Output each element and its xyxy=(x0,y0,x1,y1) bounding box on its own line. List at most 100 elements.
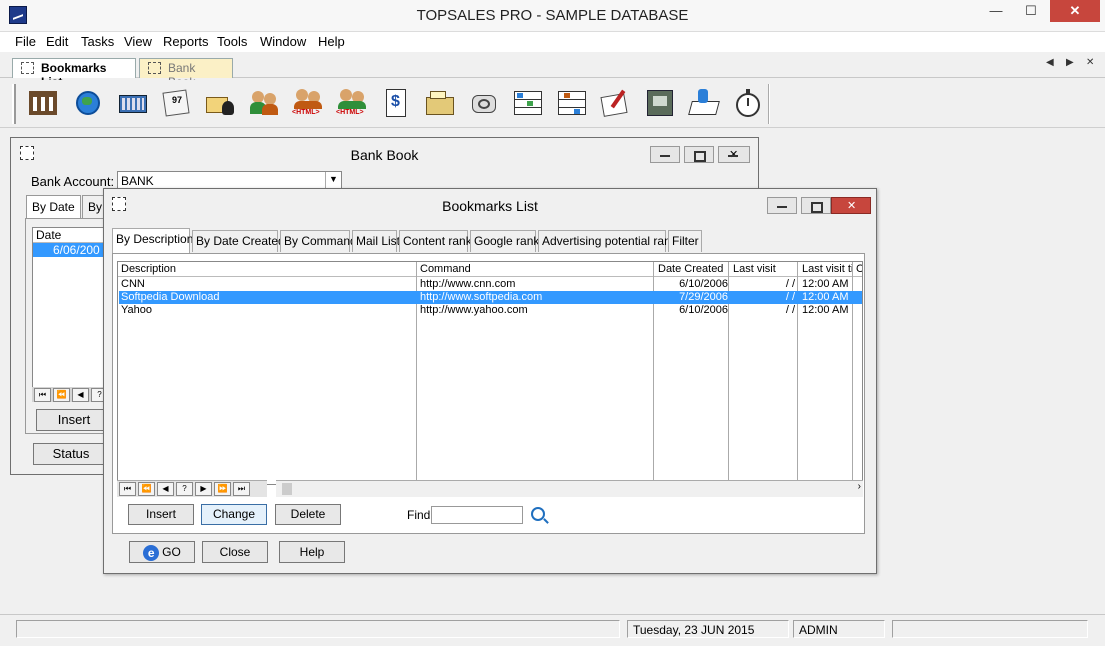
cell-date-created: 6/10/2006 xyxy=(679,304,728,316)
tab-by-command[interactable]: By Command xyxy=(280,230,357,252)
users-html-2-icon[interactable]: <HTML> xyxy=(336,87,368,119)
internet-icon[interactable] xyxy=(72,87,104,119)
warehouse-icon[interactable] xyxy=(512,87,544,119)
status-user: ADMIN xyxy=(793,620,885,638)
tab-by-description[interactable]: By Description xyxy=(112,228,193,253)
bookmarks-minimize-button[interactable] xyxy=(767,197,797,214)
first-record-button[interactable]: ⏮ xyxy=(34,388,51,402)
column-header-c[interactable]: C xyxy=(856,263,862,276)
grid-navigator: ⏮ ⏪ ◀ ? ▶ ⏩ ⏭ xyxy=(117,480,267,497)
safe-icon[interactable] xyxy=(644,87,676,119)
status-panel-extra xyxy=(892,620,1088,638)
tab-filter[interactable]: Filter xyxy=(668,230,702,252)
cell-command: http://www.softpedia.com xyxy=(420,291,543,303)
column-header-date-created[interactable]: Date Created xyxy=(658,263,723,276)
tab-close-icon[interactable]: ✕ xyxy=(1086,57,1094,68)
column-header-last-visit[interactable]: Last visit xyxy=(733,263,776,276)
cell-last-visit-time: 12:00 AM xyxy=(802,278,849,290)
menu-help[interactable]: Help xyxy=(318,34,345,49)
go-label: GO xyxy=(162,545,181,559)
bank-book-titlebar[interactable]: Bank Book ✕ xyxy=(11,138,758,168)
window-title: TOPSALES PRO - SAMPLE DATABASE xyxy=(416,7,689,24)
tab-advertising-potential-rank[interactable]: Advertising potential rank xyxy=(538,230,677,252)
cell-date-created: 6/10/2006 xyxy=(679,278,728,290)
help-button[interactable]: Help xyxy=(279,541,345,563)
bank-icon[interactable] xyxy=(27,87,59,119)
menu-tasks[interactable]: Tasks xyxy=(81,34,114,49)
menu-window[interactable]: Window xyxy=(260,34,306,49)
cash-register-icon[interactable] xyxy=(424,87,456,119)
bank-account-select[interactable]: BANK ▼ xyxy=(117,171,342,189)
notes-icon[interactable] xyxy=(688,87,720,119)
cell-description: Softpedia Download xyxy=(121,291,220,303)
cell-description: CNN xyxy=(121,278,145,290)
insert-button[interactable]: Insert xyxy=(128,504,194,525)
find-input[interactable] xyxy=(431,506,523,524)
phone-icon[interactable] xyxy=(468,87,500,119)
bookmarks-window: Bookmarks List By Description By Date Cr… xyxy=(103,188,877,574)
tab-google-rank[interactable]: Google rank xyxy=(470,230,539,252)
first-record-button[interactable]: ⏮ xyxy=(119,482,136,496)
chevron-down-icon[interactable]: ▼ xyxy=(325,172,341,188)
tab-mail-list[interactable]: Mail List xyxy=(352,230,400,252)
search-icon[interactable] xyxy=(531,507,545,521)
scroll-right-icon[interactable]: › xyxy=(858,481,861,492)
last-record-button[interactable]: ⏭ xyxy=(233,482,250,496)
warehouse-2-icon[interactable] xyxy=(556,87,588,119)
calendar-icon[interactable]: 97 xyxy=(160,87,192,119)
write-icon[interactable] xyxy=(600,87,632,119)
next-record-button[interactable]: ▶ xyxy=(195,482,212,496)
go-button[interactable]: e GO xyxy=(129,541,195,563)
horizontal-scrollbar[interactable]: › xyxy=(276,480,863,497)
bank-book-close-button[interactable]: ✕ xyxy=(718,146,750,163)
close-button-bottom[interactable]: Close xyxy=(202,541,268,563)
bookmarks-maximize-button[interactable] xyxy=(801,197,831,214)
bookmarks-grid[interactable]: Description Command Date Created Last vi… xyxy=(117,261,863,485)
bookmarks-titlebar[interactable]: Bookmarks List xyxy=(104,189,876,219)
scrollbar-thumb[interactable] xyxy=(282,483,292,495)
timer-icon[interactable] xyxy=(732,87,764,119)
column-header-command[interactable]: Command xyxy=(420,263,471,276)
tab-by-date-created[interactable]: By Date Created xyxy=(192,230,285,252)
close-button[interactable]: ✕ xyxy=(1050,0,1100,22)
tab-scroll-right-icon[interactable]: ▶ xyxy=(1066,57,1074,68)
next-page-button[interactable]: ⏩ xyxy=(214,482,231,496)
bookmarks-close-button[interactable] xyxy=(831,197,871,214)
prev-record-button[interactable]: ◀ xyxy=(157,482,174,496)
menu-tools[interactable]: Tools xyxy=(217,34,247,49)
minimize-button[interactable]: — xyxy=(980,0,1012,22)
invoice-icon[interactable]: $ xyxy=(380,87,412,119)
column-header-description[interactable]: Description xyxy=(121,263,176,276)
tab-bookmarks-list[interactable]: Bookmarks List xyxy=(12,58,136,89)
change-button[interactable]: Change xyxy=(201,504,267,525)
users-icon[interactable] xyxy=(248,87,280,119)
search-record-button[interactable]: ? xyxy=(176,482,193,496)
find-label: Find: xyxy=(407,508,434,522)
tab-scroll-left-icon[interactable]: ◀ xyxy=(1046,57,1054,68)
bank-tab-by-date[interactable]: By Date xyxy=(26,195,81,219)
users-html-icon[interactable]: <HTML> xyxy=(292,87,324,119)
menu-reports[interactable]: Reports xyxy=(163,34,209,49)
cell-last-visit: / / xyxy=(785,291,795,303)
tab-bank-book[interactable]: Bank Book xyxy=(139,58,233,89)
delete-button[interactable]: Delete xyxy=(275,504,341,525)
bank-status-button[interactable]: Status xyxy=(33,443,109,465)
bank-insert-button[interactable]: Insert xyxy=(36,409,112,431)
toolbar-grip[interactable] xyxy=(12,84,16,124)
bank-book-maximize-button[interactable] xyxy=(684,146,714,163)
cell-last-visit: / / xyxy=(785,304,795,316)
menu-file[interactable]: File xyxy=(15,34,36,49)
tab-content-rank[interactable]: Content rank xyxy=(399,230,472,252)
contacts-icon[interactable] xyxy=(204,87,236,119)
prev-page-button[interactable]: ⏪ xyxy=(138,482,155,496)
calculator-icon[interactable] xyxy=(117,87,149,119)
maximize-button[interactable]: ☐ xyxy=(1015,0,1047,22)
bank-book-minimize-button[interactable] xyxy=(650,146,680,163)
menu-edit[interactable]: Edit xyxy=(46,34,68,49)
menu-view[interactable]: View xyxy=(124,34,152,49)
toolbar-separator xyxy=(768,84,770,124)
prev-record-button[interactable]: ◀ xyxy=(72,388,89,402)
column-header-last-visit-time[interactable]: Last visit ti xyxy=(802,263,852,276)
status-panel-message xyxy=(16,620,620,638)
prev-page-button[interactable]: ⏪ xyxy=(53,388,70,402)
